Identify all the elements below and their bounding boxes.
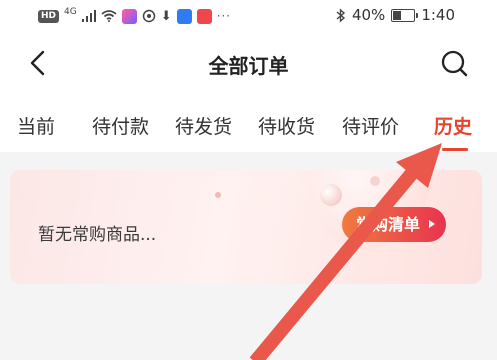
active-tab-indicator <box>442 148 468 151</box>
decorative-bubble <box>370 176 380 186</box>
frequent-purchase-card: 暂无常购商品... 常购清单 <box>10 170 482 284</box>
tab-current[interactable]: 当前 <box>17 112 55 139</box>
bluetooth-icon <box>336 7 346 23</box>
header: 全部订单 <box>0 32 497 96</box>
hd-badge: HD <box>38 9 60 23</box>
app-notification-icon <box>176 8 192 24</box>
page-title: 全部订单 <box>208 54 289 78</box>
battery-level <box>393 10 401 20</box>
wifi-icon <box>101 10 117 22</box>
frequent-list-button[interactable]: 常购清单 <box>342 207 447 242</box>
download-icon: ⬇ <box>160 8 172 24</box>
frequent-list-button-label: 常购清单 <box>356 215 421 234</box>
status-icons-right: 40% 1:40 <box>336 6 455 24</box>
tab-history[interactable]: 历史 <box>434 112 472 139</box>
decorative-bubble <box>320 184 342 206</box>
play-arrow-icon <box>429 220 436 228</box>
battery-icon <box>391 8 419 22</box>
status-bar: HD 4G ⬇ ··· 40% 1:40 <box>0 0 497 32</box>
tab-pending-receipt[interactable]: 待收货 <box>258 112 315 139</box>
order-tabs: 当前 待付款 待发货 待收货 待评价 历史 <box>0 96 497 152</box>
clock: 1:40 <box>421 6 455 24</box>
decorative-bubble <box>215 192 221 198</box>
app-notification-icon <box>196 8 212 24</box>
search-button[interactable] <box>437 46 471 80</box>
empty-state-text: 暂无常购商品... <box>38 225 157 245</box>
tab-pending-shipment[interactable]: 待发货 <box>175 112 232 139</box>
more-notifications-icon: ··· <box>216 9 232 23</box>
back-button[interactable] <box>22 46 56 80</box>
chevron-left-icon <box>30 50 45 76</box>
sync-icon <box>142 9 155 23</box>
tab-pending-review[interactable]: 待评价 <box>342 112 399 139</box>
battery-percent: 40% <box>351 6 386 24</box>
search-icon <box>441 50 468 77</box>
tab-pending-payment[interactable]: 待付款 <box>92 112 149 139</box>
network-type-label: 4G <box>64 7 77 17</box>
status-icons-left: HD 4G ⬇ ··· <box>38 7 231 25</box>
signal-icon <box>81 10 96 22</box>
app-notification-icon <box>121 8 137 24</box>
